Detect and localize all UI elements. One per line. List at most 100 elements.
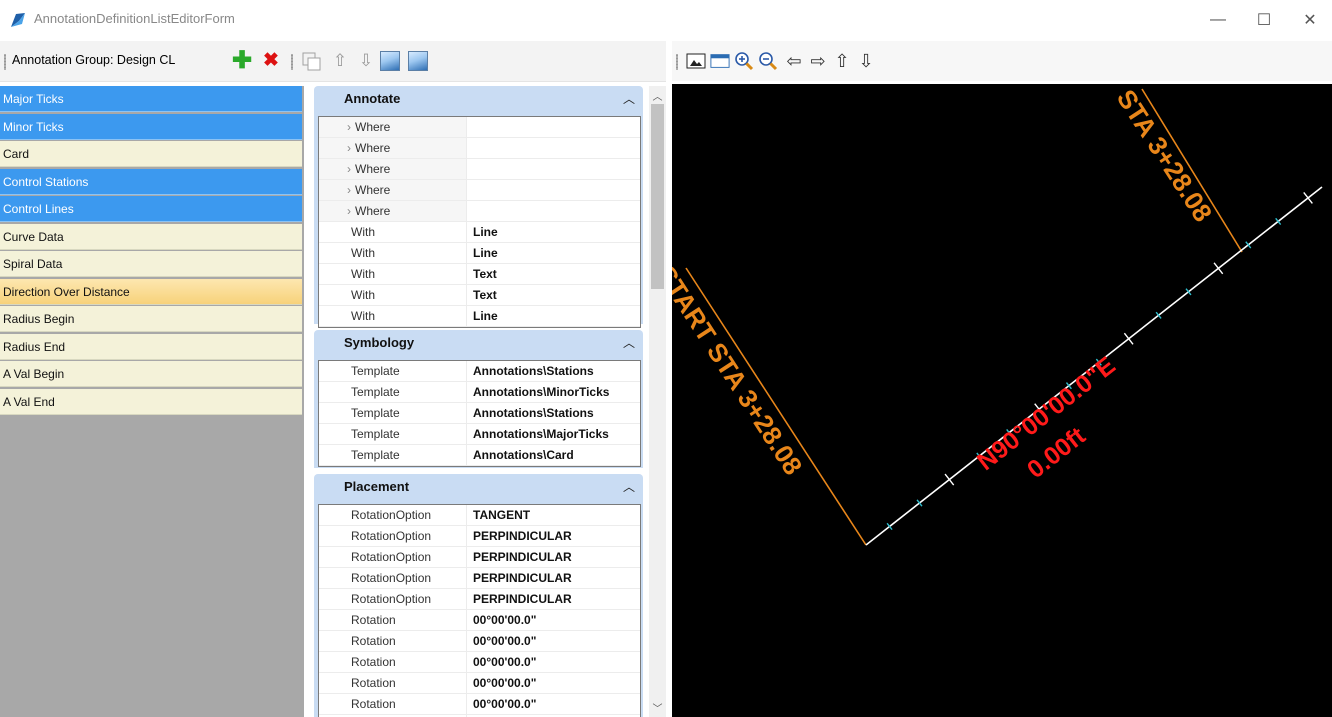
annotate-row[interactable]: With Text <box>319 264 640 285</box>
property-value[interactable] <box>473 201 640 221</box>
placement-row[interactable]: Rotation 00°00'00.0" <box>319 673 640 694</box>
placement-row[interactable]: RotationOption PERPINDICULAR <box>319 526 640 547</box>
list-item[interactable]: A Val End <box>0 388 302 415</box>
list-item[interactable]: Control Stations <box>0 168 302 195</box>
maximize-button[interactable]: ☐ <box>1241 0 1287 40</box>
list-item[interactable]: Card <box>0 141 302 167</box>
delete-icon[interactable]: ✖ <box>261 51 281 71</box>
symbology-row[interactable]: Template Annotations\MinorTicks <box>319 382 640 403</box>
annotate-row[interactable]: With Line <box>319 243 640 264</box>
property-value[interactable]: 00°00'00.0" <box>473 652 640 672</box>
property-value[interactable]: Line <box>473 306 640 326</box>
list-item[interactable]: A Val Begin <box>0 361 302 387</box>
expand-chevron-icon[interactable]: › <box>347 204 351 218</box>
expand-chevron-icon[interactable]: › <box>347 120 351 134</box>
add-icon[interactable]: ✚ <box>232 49 252 73</box>
window-view-icon[interactable] <box>710 51 730 71</box>
property-value[interactable]: Text <box>473 264 640 284</box>
annotate-row[interactable]: › Where <box>319 138 640 159</box>
list-item[interactable]: Control Lines <box>0 196 302 222</box>
property-value[interactable]: 00°00'00.0" <box>473 694 640 714</box>
property-value[interactable] <box>473 138 640 158</box>
scroll-down-icon[interactable]: ﹀ <box>649 700 666 715</box>
scroll-up-icon[interactable]: ︿ <box>649 88 666 103</box>
zoom-in-icon[interactable] <box>734 51 754 71</box>
property-value[interactable]: Line <box>473 243 640 263</box>
property-value[interactable]: 00°00'00.0" <box>473 673 640 693</box>
move-up-icon[interactable]: ⇧ <box>330 51 350 71</box>
scrollbar-thumb[interactable] <box>651 104 664 289</box>
annotate-row[interactable]: › Where <box>319 117 640 138</box>
property-value[interactable]: Annotations\MajorTicks <box>473 424 640 444</box>
property-value[interactable]: Annotations\Stations <box>473 403 640 423</box>
property-value[interactable]: Annotations\MinorTicks <box>473 382 640 402</box>
symbology-row[interactable]: Template Annotations\Stations <box>319 403 640 424</box>
placement-row[interactable]: RotationOption TANGENT <box>319 505 640 526</box>
fit-view-icon[interactable] <box>686 51 706 71</box>
list-item[interactable]: Minor Ticks <box>0 113 302 140</box>
property-name-text: Where <box>355 204 391 218</box>
annotate-row[interactable]: With Line <box>319 222 640 243</box>
collapse-annotate-icon[interactable]: ︿ <box>623 90 635 107</box>
property-value[interactable] <box>473 159 640 179</box>
expand-chevron-icon[interactable]: › <box>347 141 351 155</box>
property-name-text: Template <box>351 385 400 399</box>
property-value[interactable]: PERPINDICULAR <box>473 589 640 609</box>
annotate-row[interactable]: With Line <box>319 306 640 327</box>
property-name-text: RotationOption <box>351 592 432 606</box>
expand-chevron-icon[interactable]: › <box>347 162 351 176</box>
toolbar-grip[interactable] <box>676 54 678 70</box>
property-value[interactable] <box>473 117 640 137</box>
symbology-row[interactable]: Template Annotations\MajorTicks <box>319 424 640 445</box>
placement-row[interactable]: Rotation 00°00'00.0" <box>319 652 640 673</box>
placement-row[interactable]: RotationOption PERPINDICULAR <box>319 547 640 568</box>
annotate-row[interactable]: With Text <box>319 285 640 306</box>
symbology-row[interactable]: Template Annotations\Stations <box>319 361 640 382</box>
preview-canvas[interactable]: START STA 3+28.08 STA 3+28.08 N90°00'00.… <box>672 84 1332 717</box>
property-value[interactable]: Line <box>473 222 640 242</box>
list-item[interactable]: Major Ticks <box>0 86 302 112</box>
zoom-out-icon[interactable] <box>758 51 778 71</box>
annotate-row[interactable]: › Where <box>319 201 640 222</box>
property-value[interactable]: 00°00'00.0" <box>473 631 640 651</box>
property-value[interactable]: Annotations\Card <box>473 445 640 465</box>
collapse-symbology-icon[interactable]: ︿ <box>623 334 635 351</box>
annotate-section-title: Annotate <box>344 91 401 106</box>
import-image-icon[interactable] <box>380 51 400 71</box>
expand-chevron-icon[interactable]: › <box>347 183 351 197</box>
property-value[interactable]: PERPINDICULAR <box>473 568 640 588</box>
list-item[interactable]: Curve Data <box>0 223 302 250</box>
list-item[interactable]: Radius Begin <box>0 306 302 332</box>
annotate-row[interactable]: › Where <box>319 159 640 180</box>
pan-down-icon[interactable]: ⇩ <box>856 51 876 71</box>
property-name-text: Template <box>351 427 400 441</box>
pan-right-icon[interactable]: ⇨ <box>808 51 828 71</box>
property-value[interactable] <box>473 180 640 200</box>
pan-up-icon[interactable]: ⇧ <box>832 51 852 71</box>
move-down-icon[interactable]: ⇩ <box>356 51 376 71</box>
collapse-placement-icon[interactable]: ︿ <box>623 478 635 495</box>
property-value[interactable]: Text <box>473 285 640 305</box>
toolbar-grip[interactable] <box>4 54 6 70</box>
placement-row[interactable]: Rotation 00°00'00.0" <box>319 610 640 631</box>
placement-row[interactable]: Rotation 00°00'00.0" <box>319 631 640 652</box>
symbology-row[interactable]: Template Annotations\Card <box>319 445 640 466</box>
placement-row[interactable]: RotationOption PERPINDICULAR <box>319 589 640 610</box>
export-image-icon[interactable] <box>408 51 428 71</box>
copy-icon[interactable] <box>302 51 322 71</box>
placement-row[interactable]: Rotation 00°00'00.0" <box>319 694 640 715</box>
property-value[interactable]: TANGENT <box>473 505 640 525</box>
pan-left-icon[interactable]: ⇦ <box>784 51 804 71</box>
property-value[interactable]: 00°00'00.0" <box>473 610 640 630</box>
list-item[interactable]: Spiral Data <box>0 251 302 277</box>
list-item[interactable]: Radius End <box>0 333 302 360</box>
annotate-row[interactable]: › Where <box>319 180 640 201</box>
placement-row[interactable]: RotationOption PERPINDICULAR <box>319 568 640 589</box>
list-item[interactable]: Direction Over Distance <box>0 278 302 305</box>
minimize-button[interactable]: — <box>1195 0 1241 40</box>
property-scrollbar[interactable]: ︿ ﹀ <box>649 86 666 717</box>
close-button[interactable]: ✕ <box>1287 0 1332 40</box>
property-value[interactable]: PERPINDICULAR <box>473 547 640 567</box>
property-value[interactable]: Annotations\Stations <box>473 361 640 381</box>
property-value[interactable]: PERPINDICULAR <box>473 526 640 546</box>
